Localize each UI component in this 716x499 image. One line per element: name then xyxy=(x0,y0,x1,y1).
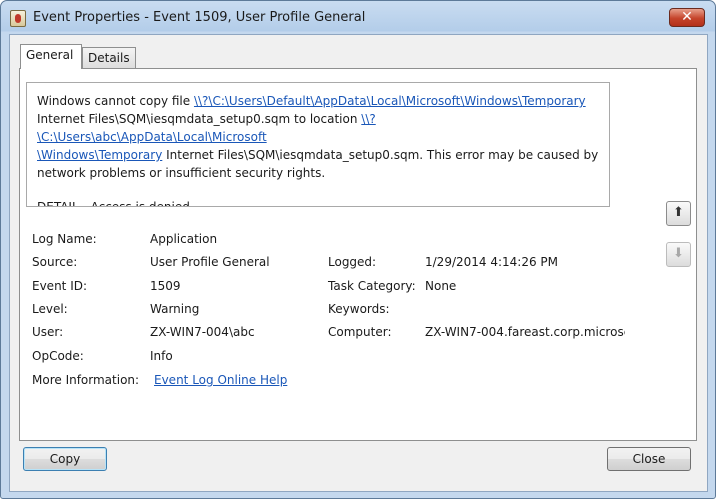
log-name-value: Application xyxy=(150,232,218,246)
level-value: Warning xyxy=(150,302,200,316)
close-button[interactable]: Close xyxy=(607,447,691,471)
user-value: ZX-WIN7-004\abc xyxy=(150,325,255,339)
window-title: Event Properties - Event 1509, User Prof… xyxy=(33,10,366,25)
source-value: User Profile General xyxy=(150,255,270,269)
description-detail: DETAIL - Access is denied. xyxy=(37,200,194,207)
description-text: Windows cannot copy file \\?\C:\Users\De… xyxy=(37,92,603,182)
event-viewer-icon xyxy=(10,10,26,27)
event-id-label: Event ID: xyxy=(32,279,88,293)
logged-value: 1/29/2014 4:14:26 PM xyxy=(425,255,559,269)
task-category-value: None xyxy=(425,279,457,293)
keywords-label: Keywords: xyxy=(328,302,390,316)
log-name-label: Log Name: xyxy=(32,232,97,246)
logged-label: Logged: xyxy=(328,255,377,269)
computer-label: Computer: xyxy=(328,325,392,339)
dialog-body: General Details Windows cannot copy file… xyxy=(9,34,708,492)
next-event-button[interactable]: ⬇ xyxy=(666,242,691,267)
copy-button[interactable]: Copy xyxy=(23,447,107,471)
arrow-up-icon: ⬆ xyxy=(673,205,684,220)
user-label: User: xyxy=(32,325,64,339)
tab-general[interactable]: General xyxy=(20,44,82,69)
event-properties-window: Event Properties - Event 1509, User Prof… xyxy=(0,0,716,499)
tab-details[interactable]: Details xyxy=(82,47,136,69)
event-description[interactable]: Windows cannot copy file \\?\C:\Users\De… xyxy=(26,82,610,207)
title-bar[interactable]: Event Properties - Event 1509, User Prof… xyxy=(1,1,715,35)
arrow-down-icon: ⬇ xyxy=(673,246,684,261)
description-part1: Windows cannot copy file xyxy=(37,94,194,108)
event-log-online-help-link[interactable]: Event Log Online Help xyxy=(154,372,287,388)
close-icon: ✕ xyxy=(681,9,693,25)
more-information-label: More Information: xyxy=(32,373,140,387)
destination-path-link-continued[interactable]: \Windows\Temporary xyxy=(37,148,162,162)
window-close-button[interactable]: ✕ xyxy=(669,8,705,27)
source-label: Source: xyxy=(32,255,78,269)
event-id-value: 1509 xyxy=(150,279,181,293)
opcode-label: OpCode: xyxy=(32,349,84,363)
computer-value: ZX-WIN7-004.fareast.corp.microsc xyxy=(425,325,625,339)
task-category-label: Task Category: xyxy=(328,279,416,293)
description-part2: Internet Files\SQM\iesqmdata_setup0.sqm … xyxy=(37,112,362,126)
level-label: Level: xyxy=(32,302,68,316)
opcode-value: Info xyxy=(150,349,173,363)
previous-event-button[interactable]: ⬆ xyxy=(666,201,691,226)
source-path-link[interactable]: \\?\C:\Users\Default\AppData\Local\Micro… xyxy=(194,94,586,108)
